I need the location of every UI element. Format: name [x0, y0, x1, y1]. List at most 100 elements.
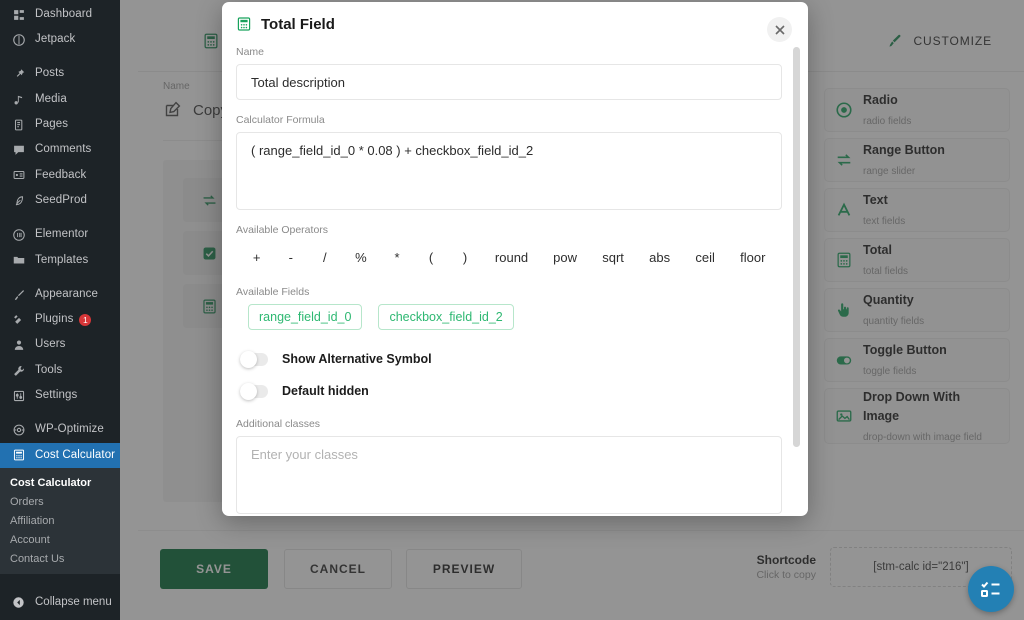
collapse-menu-label: Collapse menu — [35, 596, 112, 609]
sidebar-item-posts[interactable]: Posts — [0, 62, 120, 87]
sidebar-separator — [0, 213, 120, 222]
templates-icon — [10, 252, 27, 269]
available-fields-label: Available Fields — [236, 286, 310, 298]
sidebar-item-pages[interactable]: Pages — [0, 112, 120, 137]
sidebar-subitem-orders[interactable]: Orders — [0, 492, 120, 511]
operator-ceil[interactable]: ceil — [691, 246, 720, 268]
media-icon — [10, 91, 27, 108]
total-field-modal: Total Field Name Total description Calcu… — [222, 2, 808, 516]
sidebar-item-label: Users — [35, 338, 66, 351]
sidebar-item-elementor[interactable]: Elementor — [0, 222, 120, 247]
sidebar-group-4: Appearance Plugins 1 Users Tools Setting… — [0, 282, 120, 408]
operator-pow[interactable]: pow — [549, 246, 582, 268]
sidebar-item-jetpack[interactable]: Jetpack — [0, 27, 120, 52]
toggle-switch[interactable] — [240, 382, 268, 400]
sidebar-item-label: Appearance — [35, 287, 99, 300]
sidebar-group-2: Posts Media Pages Comments Feedback Seed… — [0, 62, 120, 214]
modal-header: Total Field — [222, 2, 808, 46]
formula-textarea[interactable]: ( range_field_id_0 * 0.08 ) + checkbox_f… — [236, 132, 782, 210]
sidebar-subitem-cost-calculator[interactable]: Cost Calculator — [0, 473, 120, 492]
calculator-icon — [236, 16, 252, 32]
sidebar-item-tools[interactable]: Tools — [0, 358, 120, 383]
plugin-icon — [10, 311, 27, 328]
collapse-menu-button[interactable]: Collapse menu — [0, 588, 120, 616]
sidebar-item-users[interactable]: Users — [0, 333, 120, 358]
sidebar-item-label: Tools — [35, 363, 63, 376]
operator-minus[interactable]: - — [282, 246, 299, 268]
operator-open-paren[interactable]: ( — [422, 246, 439, 268]
sidebar-submenu: Cost Calculator Orders Affiliation Accou… — [0, 468, 120, 575]
operator-round[interactable]: round — [490, 246, 532, 268]
operator-abs[interactable]: abs — [645, 246, 675, 268]
brush-icon — [10, 286, 27, 303]
formula-label: Calculator Formula — [236, 114, 325, 126]
sidebar-item-settings[interactable]: Settings — [0, 383, 120, 408]
toggle-label: Default hidden — [282, 384, 369, 398]
field-chip-range[interactable]: range_field_id_0 — [248, 304, 363, 330]
sidebar-item-dashboard[interactable]: Dashboard — [0, 2, 120, 27]
sidebar-item-label: Posts — [35, 67, 65, 80]
operator-floor[interactable]: floor — [736, 246, 770, 268]
comment-icon — [10, 142, 27, 159]
sidebar-subitem-account[interactable]: Account — [0, 530, 120, 549]
tools-icon — [10, 362, 27, 379]
pin-icon — [10, 66, 27, 83]
operator-plus[interactable]: + — [248, 246, 265, 268]
name-label: Name — [236, 46, 265, 58]
support-fab-button[interactable] — [968, 566, 1014, 612]
operators-row: + - / % * ( ) round pow sqrt abs ceil fl… — [236, 242, 786, 272]
additional-classes-input[interactable]: Enter your classes — [236, 436, 782, 514]
modal-title: Total Field — [261, 15, 335, 33]
pages-icon — [10, 116, 27, 133]
toggle-label: Show Alternative Symbol — [282, 352, 432, 366]
modal-body: Name Total description Calculator Formul… — [222, 46, 808, 516]
sidebar-item-plugins[interactable]: Plugins 1 — [0, 307, 120, 332]
modal-scrollbar-thumb[interactable] — [793, 47, 800, 447]
modal-scrollbar[interactable] — [793, 47, 800, 447]
additional-classes-label: Additional classes — [236, 418, 321, 430]
name-input[interactable]: Total description — [236, 64, 782, 100]
sidebar-item-label: Dashboard — [35, 7, 93, 20]
sidebar-subitem-contact-us[interactable]: Contact Us — [0, 549, 120, 568]
operator-multiply[interactable]: * — [388, 246, 405, 268]
field-chip-checkbox[interactable]: checkbox_field_id_2 — [378, 304, 514, 330]
available-fields-chips: range_field_id_0 checkbox_field_id_2 — [236, 304, 786, 330]
sidebar-item-templates[interactable]: Templates — [0, 248, 120, 273]
sidebar-item-wp-optimize[interactable]: WP-Optimize — [0, 417, 120, 442]
formula-field-group: Calculator Formula ( range_field_id_0 * … — [236, 114, 786, 210]
sidebar-item-label: Pages — [35, 118, 69, 131]
sidebar-item-label: Media — [35, 92, 67, 105]
sidebar-item-label: Feedback — [35, 168, 87, 181]
toggle-show-alternative-symbol[interactable]: Show Alternative Symbol — [236, 344, 786, 374]
operator-close-paren[interactable]: ) — [456, 246, 473, 268]
collapse-arrow-icon — [10, 596, 27, 609]
name-field-group: Name Total description — [236, 46, 786, 100]
sidebar-item-feedback[interactable]: Feedback — [0, 163, 120, 188]
sidebar-subitem-affiliation[interactable]: Affiliation — [0, 511, 120, 530]
sidebar-item-cost-calculator[interactable]: Cost Calculator — [0, 442, 120, 469]
sidebar-item-appearance[interactable]: Appearance — [0, 282, 120, 307]
operator-sqrt[interactable]: sqrt — [598, 246, 629, 268]
additional-classes-placeholder: Enter your classes — [251, 447, 358, 462]
operator-percent[interactable]: % — [350, 246, 371, 268]
available-fields-group: Available Fields range_field_id_0 checkb… — [236, 286, 786, 330]
sidebar-item-label: Plugins — [35, 313, 74, 326]
optimize-icon — [10, 422, 27, 439]
sidebar-item-label: Elementor — [35, 228, 89, 241]
sidebar-separator — [0, 273, 120, 282]
wp-admin-sidebar: Dashboard Jetpack Posts Media Pages Comm… — [0, 0, 120, 620]
sidebar-separator — [0, 53, 120, 62]
sidebar-item-seedprod[interactable]: SeedProd — [0, 188, 120, 213]
sidebar-group-1: Dashboard Jetpack — [0, 2, 120, 53]
toggle-switch[interactable] — [240, 350, 268, 368]
feedback-icon — [10, 167, 27, 184]
sidebar-item-label: SeedProd — [35, 193, 87, 206]
operator-divide[interactable]: / — [316, 246, 333, 268]
toggle-knob — [240, 382, 257, 400]
close-icon[interactable] — [767, 17, 792, 42]
sidebar-item-comments[interactable]: Comments — [0, 137, 120, 162]
sidebar-group-3: Elementor Templates — [0, 222, 120, 273]
sidebar-item-media[interactable]: Media — [0, 87, 120, 112]
settings-icon — [10, 387, 27, 404]
toggle-default-hidden[interactable]: Default hidden — [236, 376, 786, 406]
